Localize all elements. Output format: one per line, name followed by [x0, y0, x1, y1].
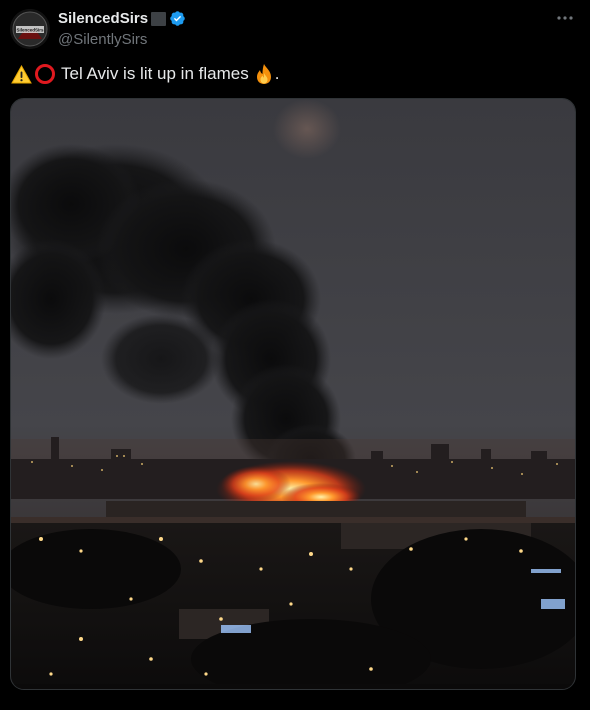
post-text-content: Tel Aviv is lit up in flames	[61, 64, 249, 83]
author-display-name[interactable]: SilencedSirs	[58, 10, 186, 27]
avatar-text: SilencedSirs	[16, 28, 44, 33]
author-name-text: SilencedSirs	[58, 10, 149, 27]
black-square-emoji-icon	[151, 11, 167, 26]
verified-badge-icon	[170, 11, 185, 26]
more-icon	[557, 16, 573, 20]
warning-emoji-icon	[11, 64, 32, 83]
post-media-image[interactable]	[10, 98, 576, 690]
red-circle-emoji-icon	[35, 64, 55, 84]
fire-emoji-icon	[256, 64, 271, 84]
author-handle[interactable]: @SilentlySirs	[58, 31, 147, 48]
avatar[interactable]: SilencedSirs	[10, 9, 50, 49]
post-trailing-punctuation: .	[274, 64, 280, 83]
post-text: Tel Aviv is lit up in flames .	[11, 63, 279, 85]
more-options-button[interactable]	[554, 8, 576, 28]
